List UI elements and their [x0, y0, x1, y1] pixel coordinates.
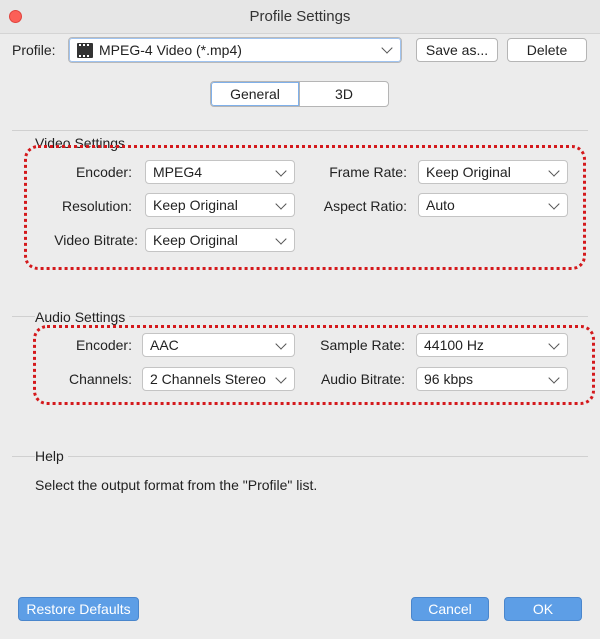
ok-button[interactable]: OK [504, 597, 582, 621]
audio-highlight-box [33, 325, 595, 405]
profile-select[interactable]: MPEG-4 Video (*.mp4) [68, 37, 402, 63]
help-title: Help [35, 448, 68, 464]
title-bar: Profile Settings [0, 0, 600, 34]
tab-3d[interactable]: 3D [299, 81, 389, 107]
help-text: Select the output format from the "Profi… [35, 477, 318, 493]
window-title: Profile Settings [249, 8, 351, 25]
tab-general[interactable]: General [210, 81, 300, 107]
chevron-down-icon [381, 42, 393, 54]
cancel-button[interactable]: Cancel [411, 597, 489, 621]
video-group-divider [12, 130, 588, 131]
profile-value: MPEG-4 Video (*.mp4) [99, 42, 242, 58]
delete-button[interactable]: Delete [507, 38, 587, 62]
video-highlight-box [24, 145, 586, 270]
film-icon [77, 43, 93, 58]
help-group-divider [12, 456, 588, 457]
save-as-button[interactable]: Save as... [416, 38, 498, 62]
audio-settings-title: Audio Settings [35, 309, 130, 325]
profile-label: Profile: [12, 42, 56, 58]
restore-defaults-button[interactable]: Restore Defaults [18, 597, 139, 621]
